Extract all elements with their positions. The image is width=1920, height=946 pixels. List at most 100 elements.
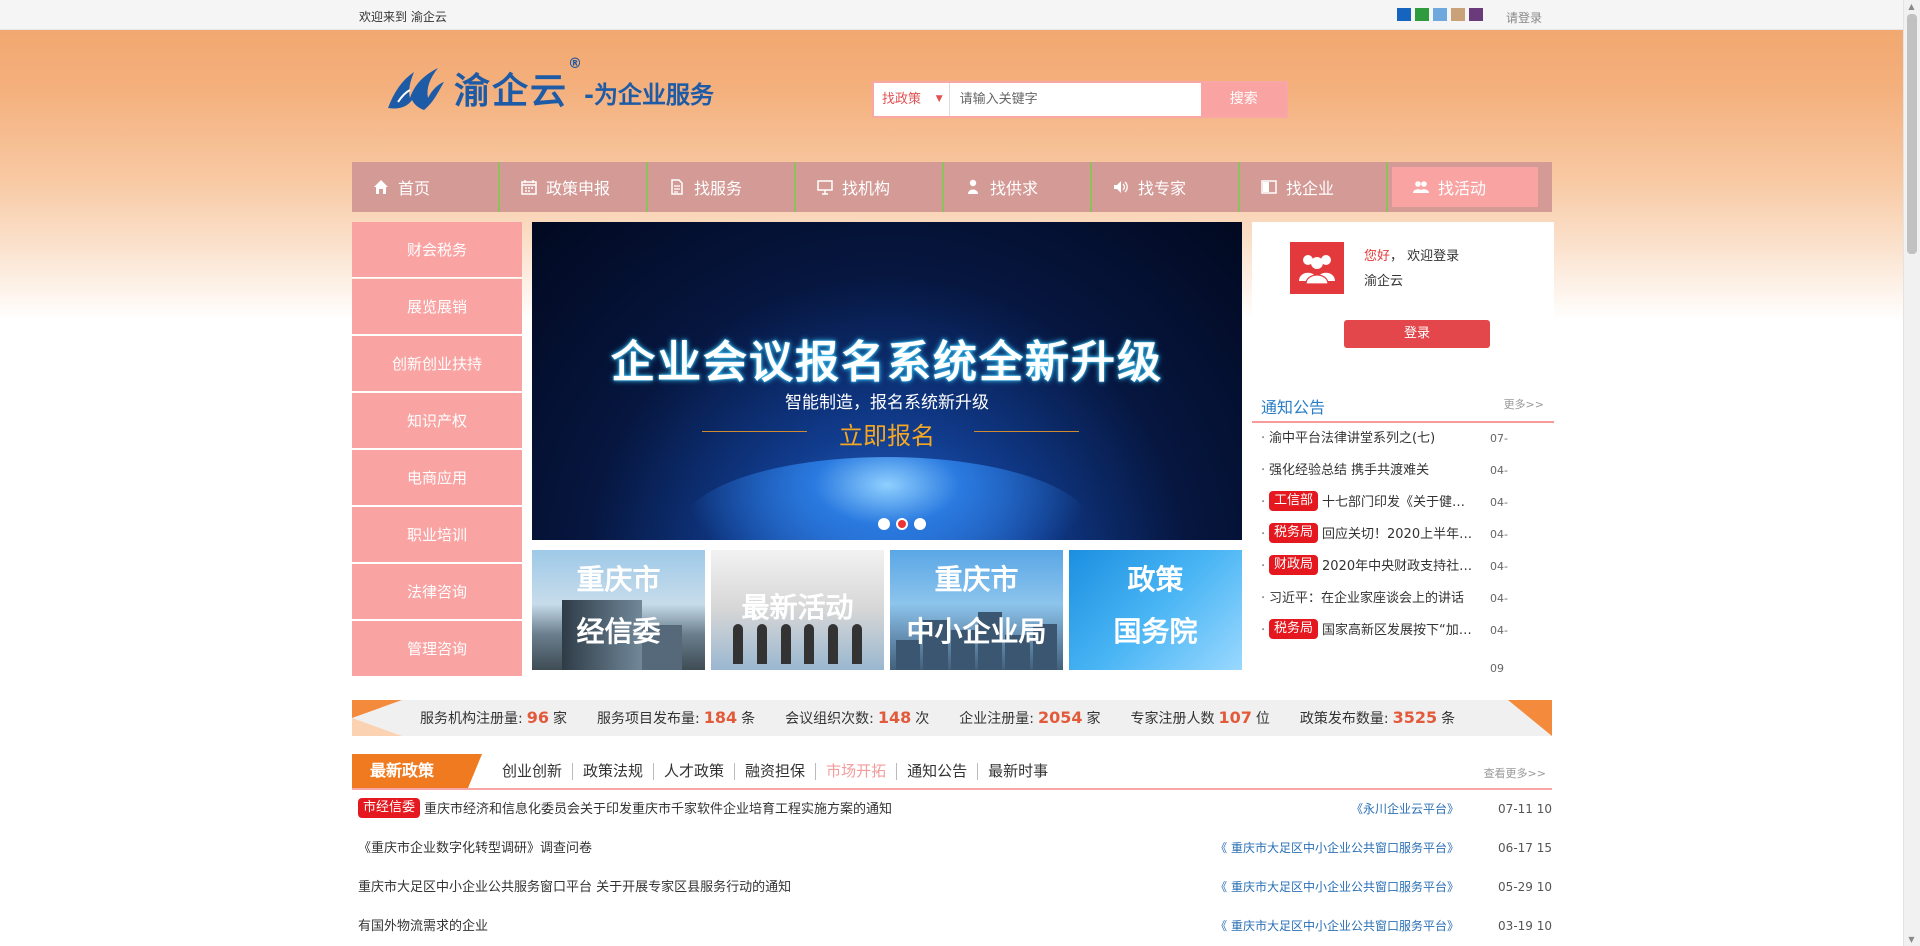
notice-item[interactable]: · 渝中平台法律讲堂系列之(七) 07-	[1252, 423, 1554, 455]
tile-sme-bureau[interactable]: 重庆市 中小企业局	[890, 550, 1063, 670]
nav-item-activities[interactable]: 找活动	[1392, 167, 1538, 207]
greeting-site: 渝企云	[1364, 274, 1404, 289]
source-badge: 工信部	[1269, 490, 1319, 511]
nav-item-policy-apply[interactable]: 政策申报	[500, 162, 648, 212]
stat-item: 会议组织次数: 148 次	[785, 708, 930, 727]
group-icon	[1412, 178, 1430, 196]
sidebar-item[interactable]: 管理咨询	[352, 621, 522, 677]
tile-line2: 国务院	[1113, 615, 1198, 648]
top-bar: 欢迎来到 渝企云 请登录	[0, 0, 1903, 30]
sidebar-item[interactable]: 展览展销	[352, 279, 522, 335]
stat-value: 107	[1218, 708, 1252, 727]
policy-source[interactable]: 《 重庆市大足区中小企业公共窗口服务平台》	[352, 829, 1459, 868]
login-panel: 您好， 欢迎登录 渝企云 登录	[1252, 222, 1554, 368]
nav-item-experts[interactable]: 找专家	[1092, 162, 1240, 212]
theme-swatch-lightblue[interactable]	[1433, 8, 1447, 21]
notice-item[interactable]: ·工信部十七部门印发《关于健全支持中小企业发展制度的若干意见》04-	[1252, 487, 1554, 519]
nav-item-supply-demand[interactable]: 找供求	[944, 162, 1092, 212]
login-button[interactable]: 登录	[1344, 320, 1490, 348]
notice-more-link[interactable]: 更多>>	[1504, 396, 1544, 412]
banner-cta[interactable]: 立即报名	[532, 416, 1242, 451]
nav-item-enterprises[interactable]: 找企业	[1240, 162, 1388, 212]
tile-latest-activities[interactable]: 最新活动	[711, 550, 884, 670]
stat-item: 政策发布数量: 3525 条	[1299, 708, 1456, 727]
policy-date: 05-29 10	[1498, 880, 1552, 894]
tab-news[interactable]: 最新时事	[978, 763, 1058, 780]
carousel-dot-active[interactable]	[896, 518, 908, 530]
logo-reg: ®	[568, 56, 583, 72]
sidebar-item[interactable]: 电商应用	[352, 450, 522, 506]
sidebar-item[interactable]: 知识产权	[352, 393, 522, 449]
nav-label: 找供求	[990, 179, 1039, 198]
stat-value: 2054	[1037, 708, 1083, 727]
policy-item[interactable]: 重庆市大足区中小企业公共服务窗口平台 关于开展专家区县服务行动的通知 《 重庆市…	[352, 868, 1552, 907]
nav-label: 找专家	[1138, 179, 1187, 198]
theme-swatch-purple[interactable]	[1469, 8, 1483, 21]
search-button[interactable]: 搜索	[1201, 83, 1286, 116]
carousel-dot[interactable]	[914, 518, 926, 530]
site-logo[interactable]: 渝企云®-为企业服务	[384, 56, 714, 114]
notice-list: · 渝中平台法律讲堂系列之(七) 07- · 强化经验总结 携手共渡难关 04- · 工信…	[1252, 423, 1554, 647]
tab-latest-policy[interactable]: 最新政策	[352, 754, 482, 788]
tab-financing[interactable]: 融资担保	[735, 763, 817, 780]
logo-wing-icon	[388, 68, 444, 110]
search-category-label: 找政策	[882, 92, 922, 107]
page-scrollbar[interactable]: ▲ ▼	[1903, 0, 1920, 946]
login-greeting: 您好， 欢迎登录 渝企云	[1364, 244, 1459, 294]
notice-item[interactable]: · 强化经验总结 携手共渡难关 04-	[1252, 455, 1554, 487]
tile-line1: 最新活动	[741, 591, 854, 624]
welcome-text: 欢迎来到 渝企云	[359, 10, 447, 24]
notice-date: 04-	[1490, 528, 1508, 541]
login-link[interactable]: 请登录	[1506, 9, 1542, 26]
policy-item[interactable]: 有国外物流需求的企业 《 重庆市大足区中小企业公共窗口服务平台》 03-19 1…	[352, 907, 1552, 946]
policy-item[interactable]: 《重庆市企业数字化转型调研》调查问卷 《 重庆市大足区中小企业公共窗口服务平台》…	[352, 829, 1552, 868]
scroll-up-arrow-icon[interactable]: ▲	[1907, 2, 1916, 11]
policy-date: 03-19 10	[1498, 919, 1552, 933]
notice-title[interactable]: 通知公告	[1261, 394, 1325, 418]
nav-item-home[interactable]: 首页	[352, 162, 500, 212]
policy-source[interactable]: 《永川企业云平台》	[352, 790, 1459, 829]
sidebar-item[interactable]: 财会税务	[352, 222, 522, 278]
search-category-select[interactable]: 找政策 ▼	[874, 83, 950, 116]
monitor-icon	[816, 178, 834, 196]
notice-item[interactable]: ·财政局2020年中央财政支持社会化服务体系建设04-	[1252, 551, 1554, 583]
tab-market[interactable]: 市场开拓	[816, 763, 898, 780]
theme-swatch-tan[interactable]	[1451, 8, 1465, 21]
tab-innovation[interactable]: 创业创新	[492, 763, 574, 780]
carousel-dot[interactable]	[878, 518, 890, 530]
tile-economy-commission[interactable]: 重庆市 经信委	[532, 550, 705, 670]
scroll-thumb[interactable]	[1907, 14, 1917, 254]
search-bar: 找政策 ▼ 搜索	[872, 81, 1288, 118]
greeting-sep: ，	[1390, 249, 1404, 264]
tab-talent[interactable]: 人才政策	[654, 763, 736, 780]
nav-item-services[interactable]: 找服务	[648, 162, 796, 212]
notice-date: 04-	[1490, 624, 1508, 637]
stat-value: 96	[526, 708, 549, 727]
policy-date: 07-11 10	[1498, 802, 1552, 816]
theme-swatches	[1397, 8, 1483, 21]
hero-banner[interactable]: 企业会议报名系统全新升级 智能制造，报名系统新升级 立即报名	[532, 222, 1242, 540]
theme-swatch-green[interactable]	[1415, 8, 1429, 21]
notice-date: 04-	[1490, 464, 1508, 477]
notice-item[interactable]: · 习近平：在企业家座谈会上的讲话 04-	[1252, 583, 1554, 615]
nav-item-institutions[interactable]: 找机构	[796, 162, 944, 212]
policy-source[interactable]: 《 重庆市大足区中小企业公共窗口服务平台》	[352, 868, 1459, 907]
policy-item[interactable]: 市经信委 重庆市经济和信息化委员会关于印发重庆市千家软件企业培育工程实施方案的通知…	[352, 790, 1552, 829]
policy-more-link[interactable]: 查看更多>>	[1484, 765, 1546, 781]
nav-label: 找服务	[694, 179, 743, 198]
tab-regulations[interactable]: 政策法规	[573, 763, 655, 780]
tile-line1: 重庆市	[934, 563, 1019, 596]
tab-notices[interactable]: 通知公告	[897, 763, 979, 780]
scroll-down-arrow-icon[interactable]: ▼	[1907, 935, 1916, 944]
notice-item[interactable]: ·税务局回应关切！2020上半年税收优惠政策问答04-	[1252, 519, 1554, 551]
policy-source[interactable]: 《 重庆市大足区中小企业公共窗口服务平台》	[352, 907, 1459, 946]
stats-row: 服务机构注册量: 96 家 服务项目发布量: 184 条 会议组织次数: 148 次 企业注…	[420, 708, 1485, 728]
theme-swatch-blue[interactable]	[1397, 8, 1411, 21]
sidebar-item[interactable]: 创新创业扶持	[352, 336, 522, 392]
sidebar-item[interactable]: 职业培训	[352, 507, 522, 563]
tile-state-council-policy[interactable]: 政策 国务院	[1069, 550, 1242, 670]
search-input[interactable]	[949, 83, 1202, 116]
nav-label: 找企业	[1286, 179, 1335, 198]
notice-item[interactable]: · 税务局 国家高新区发展按下“加速键” 04-	[1252, 615, 1554, 647]
sidebar-item[interactable]: 法律咨询	[352, 564, 522, 620]
